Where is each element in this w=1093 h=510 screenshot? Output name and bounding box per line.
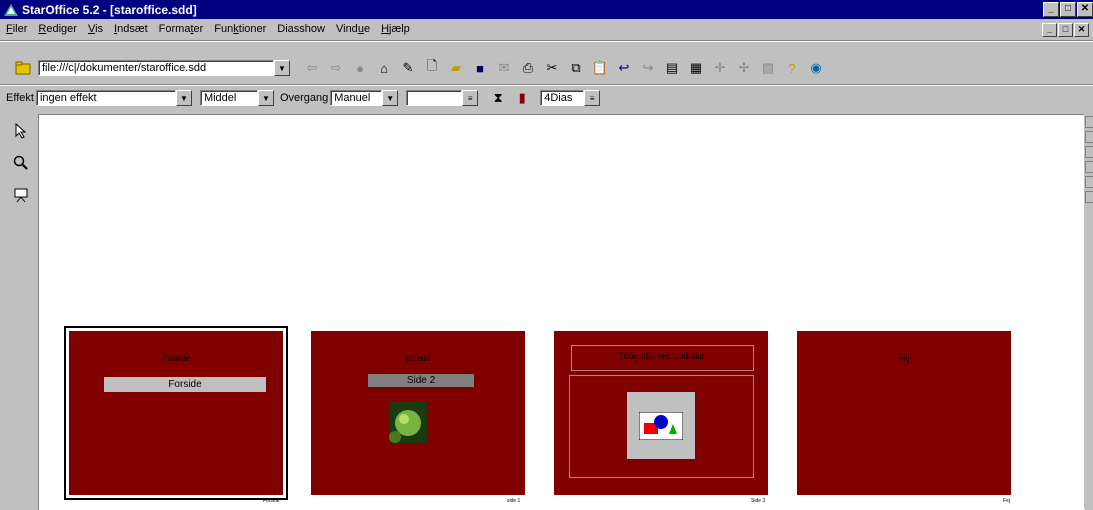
function-bar: file:///c|/dokumenter/staroffice.sdd ▼ ⇦… bbox=[0, 55, 1093, 81]
presentation-icon[interactable] bbox=[10, 184, 32, 206]
draw-icon[interactable]: ✢ bbox=[734, 58, 754, 78]
menu-hjaelp[interactable]: Hjælp bbox=[375, 23, 415, 35]
edit-file-icon[interactable]: ✎ bbox=[398, 58, 418, 78]
navigator-icon[interactable]: ▤ bbox=[662, 58, 682, 78]
time-field[interactable] bbox=[406, 90, 463, 106]
menu-diasshow[interactable]: Diasshow bbox=[271, 23, 330, 35]
apple-image bbox=[389, 401, 427, 443]
forward-icon[interactable]: ⇨ bbox=[326, 58, 346, 78]
back-icon[interactable]: ⇦ bbox=[302, 58, 322, 78]
copy-icon[interactable]: ⧉ bbox=[566, 58, 586, 78]
slide-sorter-view: Forside Forside Forside edfend Side 2 si… bbox=[38, 114, 1085, 510]
slides-per-row-field[interactable]: 4Dias bbox=[540, 90, 585, 106]
url-dropdown-button[interactable]: ▼ bbox=[274, 60, 290, 76]
view-tab-handout[interactable] bbox=[1085, 176, 1093, 188]
maximize-button[interactable]: □ bbox=[1060, 2, 1076, 17]
insert-icon[interactable]: ✛ bbox=[710, 58, 730, 78]
close-button[interactable]: ✕ bbox=[1077, 2, 1093, 17]
mail-icon[interactable]: ✉ bbox=[494, 58, 514, 78]
stylist-icon[interactable]: ▦ bbox=[686, 58, 706, 78]
cut-icon[interactable]: ✂ bbox=[542, 58, 562, 78]
menu-indsaet[interactable]: Indsæt bbox=[108, 23, 153, 35]
slide-caption-4: Fej bbox=[1003, 498, 1010, 504]
minimize-button[interactable]: _ bbox=[1043, 2, 1059, 17]
view-tab-outline[interactable] bbox=[1085, 131, 1093, 143]
slide-thumbnail-4[interactable]: Fej bbox=[797, 331, 1011, 495]
globe-icon[interactable]: ◉ bbox=[806, 58, 826, 78]
window-title: StarOffice 5.2 - [staroffice.sdd] bbox=[22, 2, 197, 17]
undo-icon[interactable]: ↩ bbox=[614, 58, 634, 78]
speed-dropdown-button[interactable]: ▼ bbox=[257, 90, 274, 106]
object-bar: Effekt ingen effekt ▼ Middel ▼ Overgang … bbox=[0, 87, 1093, 109]
rehearse-timings-icon[interactable]: ⧗ bbox=[488, 88, 508, 108]
transition-dropdown-button[interactable]: ▼ bbox=[382, 90, 399, 106]
slide-thumbnail-2[interactable]: edfend Side 2 bbox=[311, 331, 525, 495]
slide-thumbnail-3[interactable]: Tilføj titel ved at klikke bbox=[554, 331, 768, 495]
slide-thumbnail-1[interactable]: Forside Forside bbox=[69, 331, 283, 495]
effect-dropdown-button[interactable]: ▼ bbox=[175, 90, 192, 106]
save-icon[interactable]: ■ bbox=[470, 58, 490, 78]
menu-bar: Filer Rediger Vis Indsæt Formater Funkti… bbox=[0, 19, 1093, 39]
view-tab-slide[interactable] bbox=[1085, 146, 1093, 158]
new-icon[interactable]: 🗋 bbox=[422, 58, 442, 78]
speed-select[interactable]: Middel bbox=[199, 90, 258, 106]
menu-filer[interactable]: Filer bbox=[0, 23, 32, 35]
redo-icon[interactable]: ↪ bbox=[638, 58, 658, 78]
doc-close-button[interactable]: ✕ bbox=[1074, 23, 1089, 37]
print-icon[interactable]: ⎙ bbox=[518, 58, 538, 78]
slide-title: edfend bbox=[405, 353, 431, 363]
title-bar: StarOffice 5.2 - [staroffice.sdd] _ □ ✕ bbox=[0, 0, 1093, 19]
select-arrow-icon[interactable] bbox=[10, 120, 32, 142]
doc-maximize-button[interactable]: □ bbox=[1058, 23, 1073, 37]
help-icon[interactable]: ? bbox=[782, 58, 802, 78]
view-tab-sorter[interactable] bbox=[1085, 191, 1093, 203]
slide-caption-2: side 1 bbox=[507, 498, 521, 504]
effect-label: Effekt bbox=[6, 92, 34, 104]
slide-title: Tilføj titel ved at klikke bbox=[618, 351, 704, 361]
effect-select[interactable]: ingen effekt bbox=[35, 90, 176, 106]
doc-minimize-button[interactable]: _ bbox=[1042, 23, 1057, 37]
menu-vis[interactable]: Vis bbox=[82, 23, 108, 35]
slides-spin-button[interactable]: ≡ bbox=[584, 90, 601, 106]
object-placeholder bbox=[627, 392, 695, 459]
slide-subtitle-bar: Side 2 bbox=[368, 374, 474, 387]
url-field[interactable]: file:///c|/dokumenter/staroffice.sdd bbox=[38, 60, 274, 76]
slide-title-bar: Forside bbox=[104, 377, 266, 392]
time-spin-button[interactable]: ≡ bbox=[462, 90, 479, 106]
slide-caption-3: Side 3 bbox=[751, 498, 766, 504]
home-icon[interactable]: ⌂ bbox=[374, 58, 394, 78]
main-toolbar bbox=[8, 118, 34, 509]
menu-funktioner[interactable]: Funktioner bbox=[208, 23, 271, 35]
slide-title: Fej bbox=[898, 353, 910, 363]
transition-label: Overgang bbox=[279, 92, 329, 104]
menu-separator bbox=[0, 40, 1093, 42]
zoom-icon[interactable] bbox=[10, 152, 32, 174]
menu-vindue[interactable]: Vindue bbox=[330, 23, 375, 35]
folder-icon[interactable] bbox=[14, 58, 34, 78]
menu-formater[interactable]: Formater bbox=[153, 23, 209, 35]
view-tab-drawing[interactable] bbox=[1085, 116, 1093, 128]
slide-caption-1: Forside bbox=[263, 498, 280, 504]
show-hide-slide-icon[interactable]: ▮ bbox=[512, 88, 532, 108]
shapes-icon bbox=[639, 412, 683, 440]
slide-title: Forside bbox=[162, 353, 190, 363]
gallery-icon[interactable]: ▧ bbox=[758, 58, 778, 78]
stop-icon[interactable]: ● bbox=[350, 58, 370, 78]
right-docked-bar bbox=[1084, 114, 1093, 509]
transition-select[interactable]: Manuel bbox=[330, 90, 383, 106]
open-icon[interactable]: ▰ bbox=[446, 58, 466, 78]
staroffice-logo-icon bbox=[4, 3, 18, 16]
view-tab-notes[interactable] bbox=[1085, 161, 1093, 173]
paste-icon[interactable]: 📋 bbox=[590, 58, 610, 78]
toolbar-separator bbox=[0, 84, 1093, 86]
menu-rediger[interactable]: Rediger bbox=[32, 23, 82, 35]
